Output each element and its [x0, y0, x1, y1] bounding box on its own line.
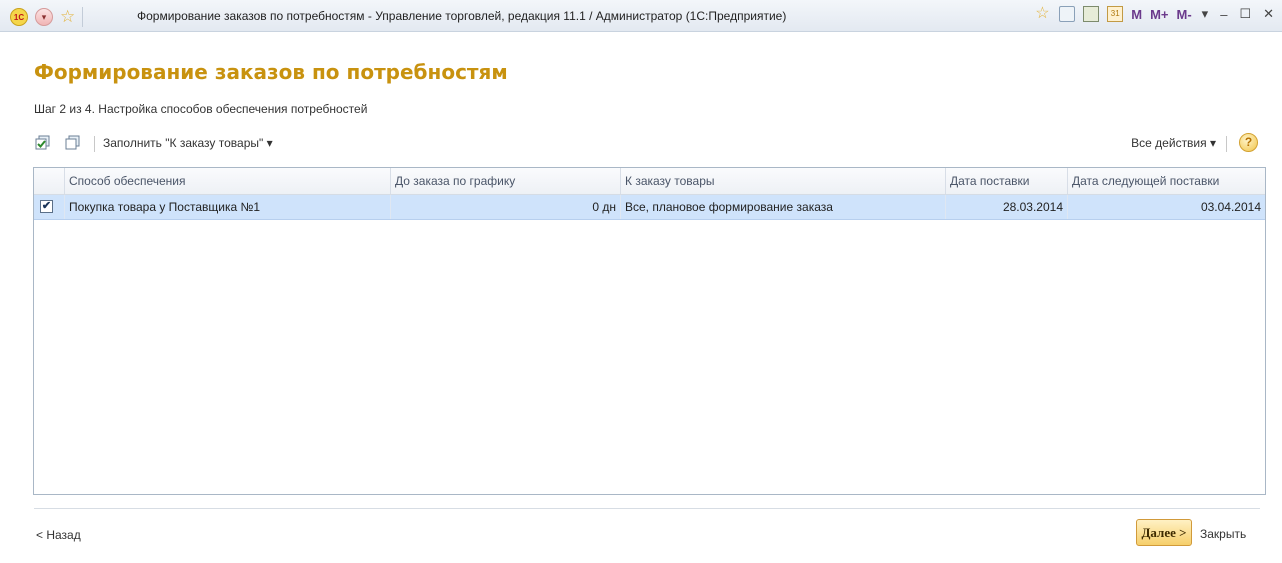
header-method[interactable]: Способ обеспечения — [65, 168, 391, 194]
uncheck-all-icon[interactable] — [65, 135, 81, 151]
cell-next-delivery-date[interactable]: 03.04.2014 — [1068, 195, 1265, 219]
close-window-button[interactable]: ✕ — [1261, 6, 1276, 22]
memory-mminus-button[interactable]: M- — [1177, 7, 1192, 22]
add-favorite-icon[interactable]: ☆ — [1035, 6, 1051, 22]
cell-until-order[interactable]: 0 дн — [391, 195, 621, 219]
main-menu-button[interactable]: ▾ — [35, 8, 53, 26]
calendar-icon[interactable]: 31 — [1107, 6, 1124, 22]
step-caption: Шаг 2 из 4. Настройка способов обеспечен… — [34, 102, 368, 116]
favorites-star-icon[interactable]: ☆ — [60, 8, 75, 26]
memory-mplus-button[interactable]: M+ — [1150, 7, 1168, 22]
help-icon[interactable]: ? — [1239, 133, 1258, 152]
app-logo-icon[interactable]: 1С — [10, 8, 28, 26]
header-next-delivery-date[interactable]: Дата следующей поставки — [1068, 168, 1265, 194]
toolbar-divider — [94, 136, 95, 152]
table-header: Способ обеспечения До заказа по графику … — [34, 168, 1265, 195]
all-actions-button[interactable]: Все действия ▾ — [1131, 136, 1216, 150]
history-icon[interactable] — [1059, 6, 1076, 22]
minimize-button[interactable]: – — [1218, 7, 1229, 22]
header-to-order[interactable]: К заказу товары — [621, 168, 946, 194]
table-row[interactable]: ✔ Покупка товара у Поставщика №1 0 дн Вс… — [34, 195, 1265, 220]
footer-divider — [34, 508, 1260, 509]
cell-delivery-date[interactable]: 28.03.2014 — [946, 195, 1068, 219]
command-bar: Заполнить "К заказу товары" ▾ Все действ… — [34, 133, 1260, 155]
row-checkbox[interactable]: ✔ — [40, 200, 53, 213]
cell-method[interactable]: Покупка товара у Поставщика №1 — [65, 195, 391, 219]
window-title: Формирование заказов по потребностям - У… — [137, 9, 787, 23]
supply-methods-table[interactable]: Способ обеспечения До заказа по графику … — [33, 167, 1266, 495]
next-button[interactable]: Далее > — [1136, 519, 1192, 546]
toolbar-divider-right — [1226, 136, 1227, 152]
row-check-cell: ✔ — [34, 195, 65, 219]
close-button[interactable]: Закрыть — [1200, 527, 1246, 541]
titlebar-divider — [82, 7, 84, 27]
memory-m-button[interactable]: M — [1131, 7, 1142, 22]
header-delivery-date[interactable]: Дата поставки — [946, 168, 1068, 194]
window-titlebar: 1С ▾ ☆ Формирование заказов по потребнос… — [0, 0, 1282, 32]
calculator-icon[interactable] — [1083, 6, 1100, 22]
page-title: Формирование заказов по потребностям — [34, 60, 508, 84]
maximize-button[interactable]: ☐ — [1237, 6, 1253, 22]
back-button[interactable]: < Назад — [36, 528, 81, 542]
dropdown-icon[interactable]: ▾ — [1200, 6, 1211, 22]
header-until-order[interactable]: До заказа по графику — [391, 168, 621, 194]
header-check-column — [34, 168, 65, 194]
check-all-icon[interactable] — [35, 135, 51, 151]
cell-to-order[interactable]: Все, плановое формирование заказа — [621, 195, 946, 219]
fill-to-order-button[interactable]: Заполнить "К заказу товары" ▾ — [103, 136, 273, 150]
